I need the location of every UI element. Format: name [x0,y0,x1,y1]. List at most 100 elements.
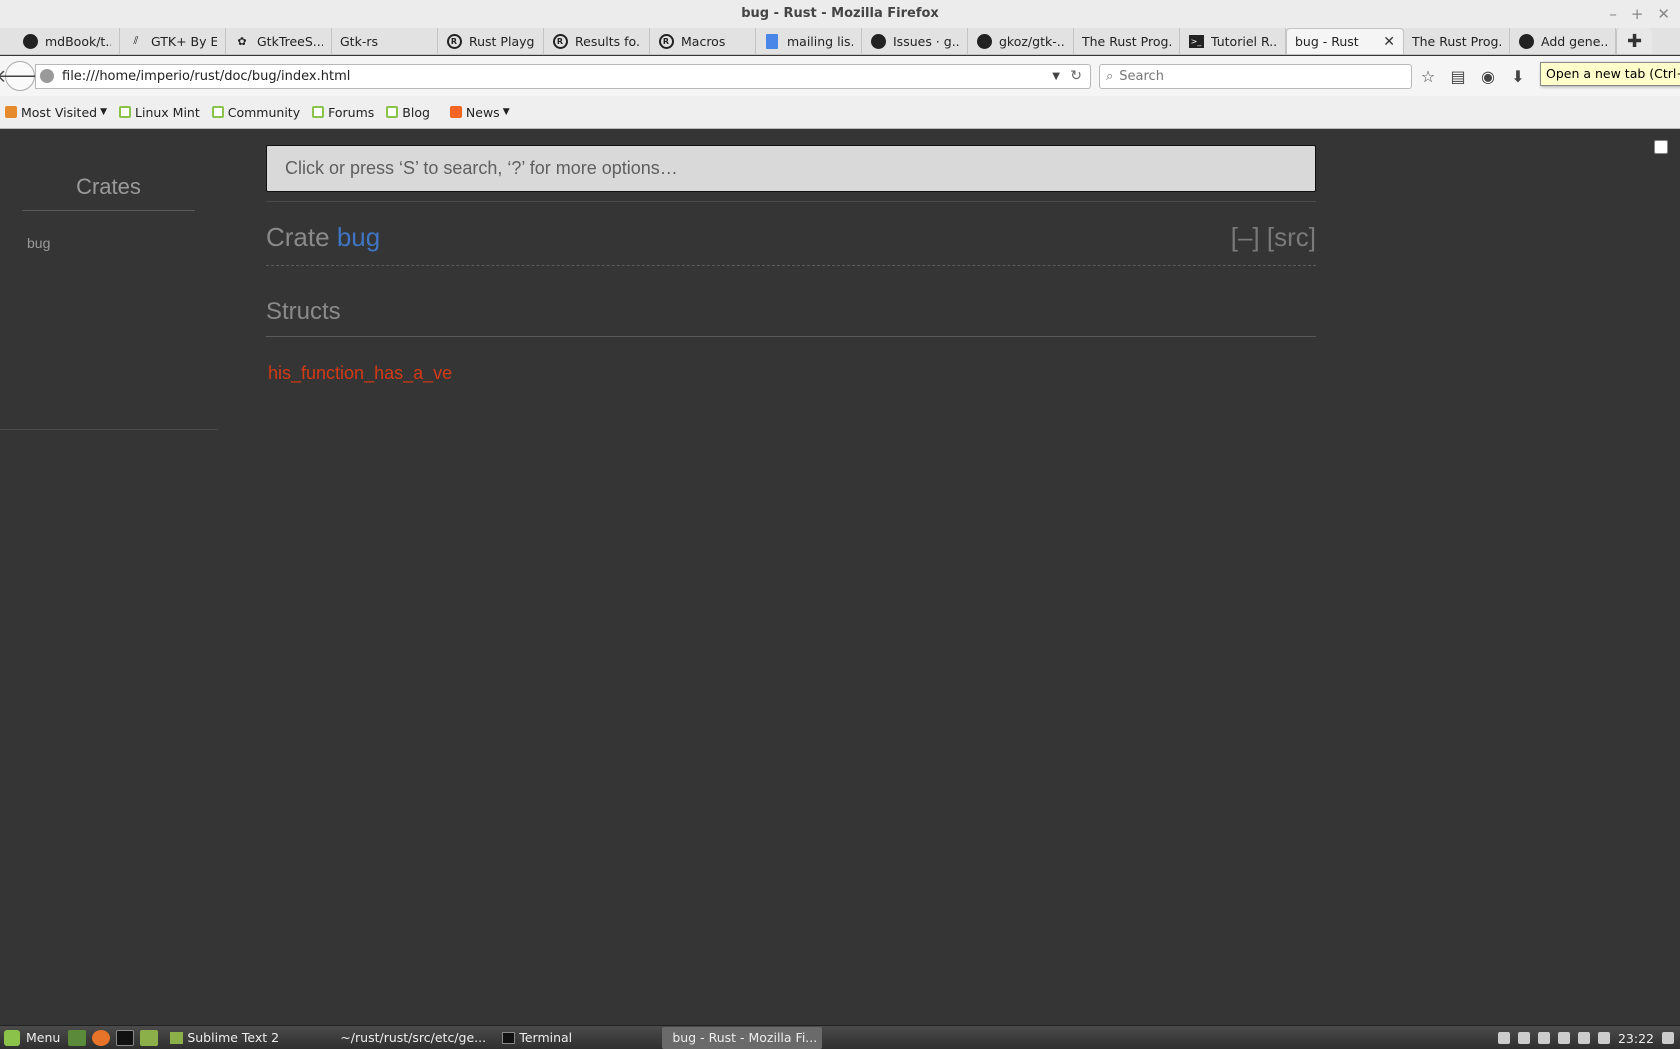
network-icon[interactable] [1557,1032,1570,1044]
doc-sidebar: Crates bug [0,130,218,430]
close-window-button[interactable]: ✕ [1657,0,1670,28]
system-taskbar: Menu Sublime Text 2 ~/rust/rust/src/etc/… [0,1025,1680,1049]
url-bar[interactable]: file:///home/imperio/rust/doc/bug/index.… [35,63,1091,89]
tab-rust-playground[interactable]: R Rust Playg... [438,28,544,54]
mint-icon [312,106,325,118]
search-icon: ⌕ [1106,68,1114,84]
src-link[interactable]: [src] [1267,222,1316,252]
github-icon [22,33,38,49]
bookmark-forums[interactable]: Forums [312,105,374,120]
reload-icon[interactable]: ↻ [1070,68,1082,84]
chevron-down-icon: ▼ [502,107,510,117]
bookmark-star-icon[interactable]: ☆ [1414,62,1442,90]
pocket-icon[interactable]: ◉ [1474,62,1502,90]
show-desktop-icon[interactable] [68,1029,87,1046]
task-label: Terminal [519,1030,573,1045]
bookmarks-toolbar: Most Visited ▼ Linux Mint Community Forum… [0,96,1680,129]
system-tray: 23:22 [1497,1026,1674,1049]
bookmark-label: Forums [328,104,375,120]
terminal-launcher-icon[interactable] [116,1029,135,1046]
struct-link[interactable]: his_function_has_a_ve [268,363,452,384]
back-button[interactable]: 🡐 [0,61,44,91]
tab-gtk-by-example[interactable]: ⫽ GTK+ By E... [120,28,226,54]
search-bar[interactable]: ⌕ Search [1099,63,1412,89]
task-editor[interactable]: ~/rust/rust/src/etc/ge... [330,1027,490,1049]
crate-name-link[interactable]: bug [337,222,380,252]
firefox-launcher-icon[interactable] [92,1029,111,1046]
page-title: Crate bug [–] [src] [266,222,1316,266]
tab-label: The Rust Prog... [1082,33,1171,49]
rust-icon: R [552,33,568,49]
task-label: bug - Rust - Mozilla Fi... [672,1030,818,1045]
reading-list-icon[interactable]: ▤ [1444,62,1472,90]
window-titlebar: bug - Rust - Mozilla Firefox – + ✕ [0,0,1680,28]
gnome-icon: ✿ [237,34,247,48]
tab-gtktreestore[interactable]: ✿ GtkTreeS... [226,28,332,54]
page-checkbox[interactable] [1654,140,1668,154]
tab-bug-rust[interactable]: bug - Rust ✕ [1286,28,1404,54]
tab-mailing-list[interactable]: mailing lis... [756,28,862,54]
clipboard-icon[interactable] [1517,1032,1530,1044]
navigation-toolbar: 🡐 file:///home/imperio/rust/doc/bug/inde… [0,56,1680,96]
tab-tutoriel[interactable]: >_ Tutoriel R... [1180,28,1286,54]
download-icon[interactable]: ⬇ [1504,62,1532,90]
search-placeholder: Search [1119,68,1164,84]
minimize-button[interactable]: – [1609,0,1617,28]
shield-icon[interactable] [1597,1032,1610,1044]
tab-label: bug - Rust [1295,34,1359,49]
user-icon[interactable] [1497,1032,1510,1044]
tab-results[interactable]: R Results fo... [544,28,650,54]
new-tab-button[interactable]: ✚ [1616,28,1652,54]
tab-issues[interactable]: Issues · g... [862,28,968,54]
bookmark-most-visited[interactable]: Most Visited ▼ [5,105,107,120]
tab-label: Macros [681,33,726,49]
bookmark-linux-mint[interactable]: Linux Mint [119,105,200,120]
github-icon [976,33,992,49]
tab-label: mdBook/t... [45,33,111,49]
tab-add-generics[interactable]: Add gene... [1510,28,1616,54]
clock[interactable]: 23:22 [1618,1031,1654,1046]
maximize-button[interactable]: + [1631,0,1644,28]
sidebar-title: Crates [22,174,195,211]
tab-mdbook[interactable]: mdBook/t... [14,28,120,54]
mint-logo-icon [4,1029,20,1046]
task-firefox[interactable]: bug - Rust - Mozilla Fi... [662,1026,823,1049]
task-sublime-text[interactable]: Sublime Text 2 [164,1027,324,1049]
show-desktop-icon[interactable] [1662,1032,1674,1044]
heading-prefix: Crate [266,222,337,252]
tab-rust-book-2[interactable]: The Rust Prog... [1404,28,1510,54]
tab-label: GtkTreeS... [257,33,323,49]
github-icon [870,33,886,49]
tab-label: Issues · g... [893,33,959,49]
bookmark-label: Blog [402,104,430,120]
task-terminal[interactable]: Terminal [496,1027,656,1049]
history-dropdown-icon[interactable]: ▼ [1052,71,1060,82]
bookmark-community[interactable]: Community [211,105,300,120]
volume-icon[interactable] [1577,1032,1590,1044]
bookmark-blog[interactable]: Blog [386,105,430,120]
sidebar-crate-link[interactable]: bug [27,235,50,251]
tab-label: Results fo... [575,33,641,49]
mint-icon [119,106,132,118]
doc-search-input[interactable]: Click or press ‘S’ to search, ‘?’ for mo… [266,145,1316,192]
bookmark-news[interactable]: News ▼ [449,104,510,120]
tab-label: The Rust Prog... [1412,33,1501,49]
rss-icon [449,106,462,118]
files-launcher-icon[interactable] [140,1029,159,1046]
tab-gtk-rs[interactable]: Gtk-rs [332,28,438,54]
search-divider [266,201,1316,202]
tab-label: Rust Playg... [469,33,535,49]
start-menu-button[interactable]: Menu [0,1026,68,1049]
tab-gkoz-gtk[interactable]: gkoz/gtk-... [968,28,1074,54]
tab-rust-book-1[interactable]: The Rust Prog... [1074,28,1180,54]
close-tab-icon[interactable]: ✕ [1383,34,1395,50]
tab-label: GTK+ By E... [151,33,217,49]
mint-icon [211,106,224,118]
window-title: bug - Rust - Mozilla Firefox [741,6,939,21]
tab-macros[interactable]: R Macros [650,28,756,54]
bookmark-label: Linux Mint [135,104,200,120]
bluetooth-icon[interactable] [1537,1032,1550,1044]
bookmark-label: News [465,104,500,120]
collapse-toggle[interactable]: [–] [1231,222,1260,252]
page-content: Crates bug Click or press ‘S’ to search,… [0,130,1680,1025]
